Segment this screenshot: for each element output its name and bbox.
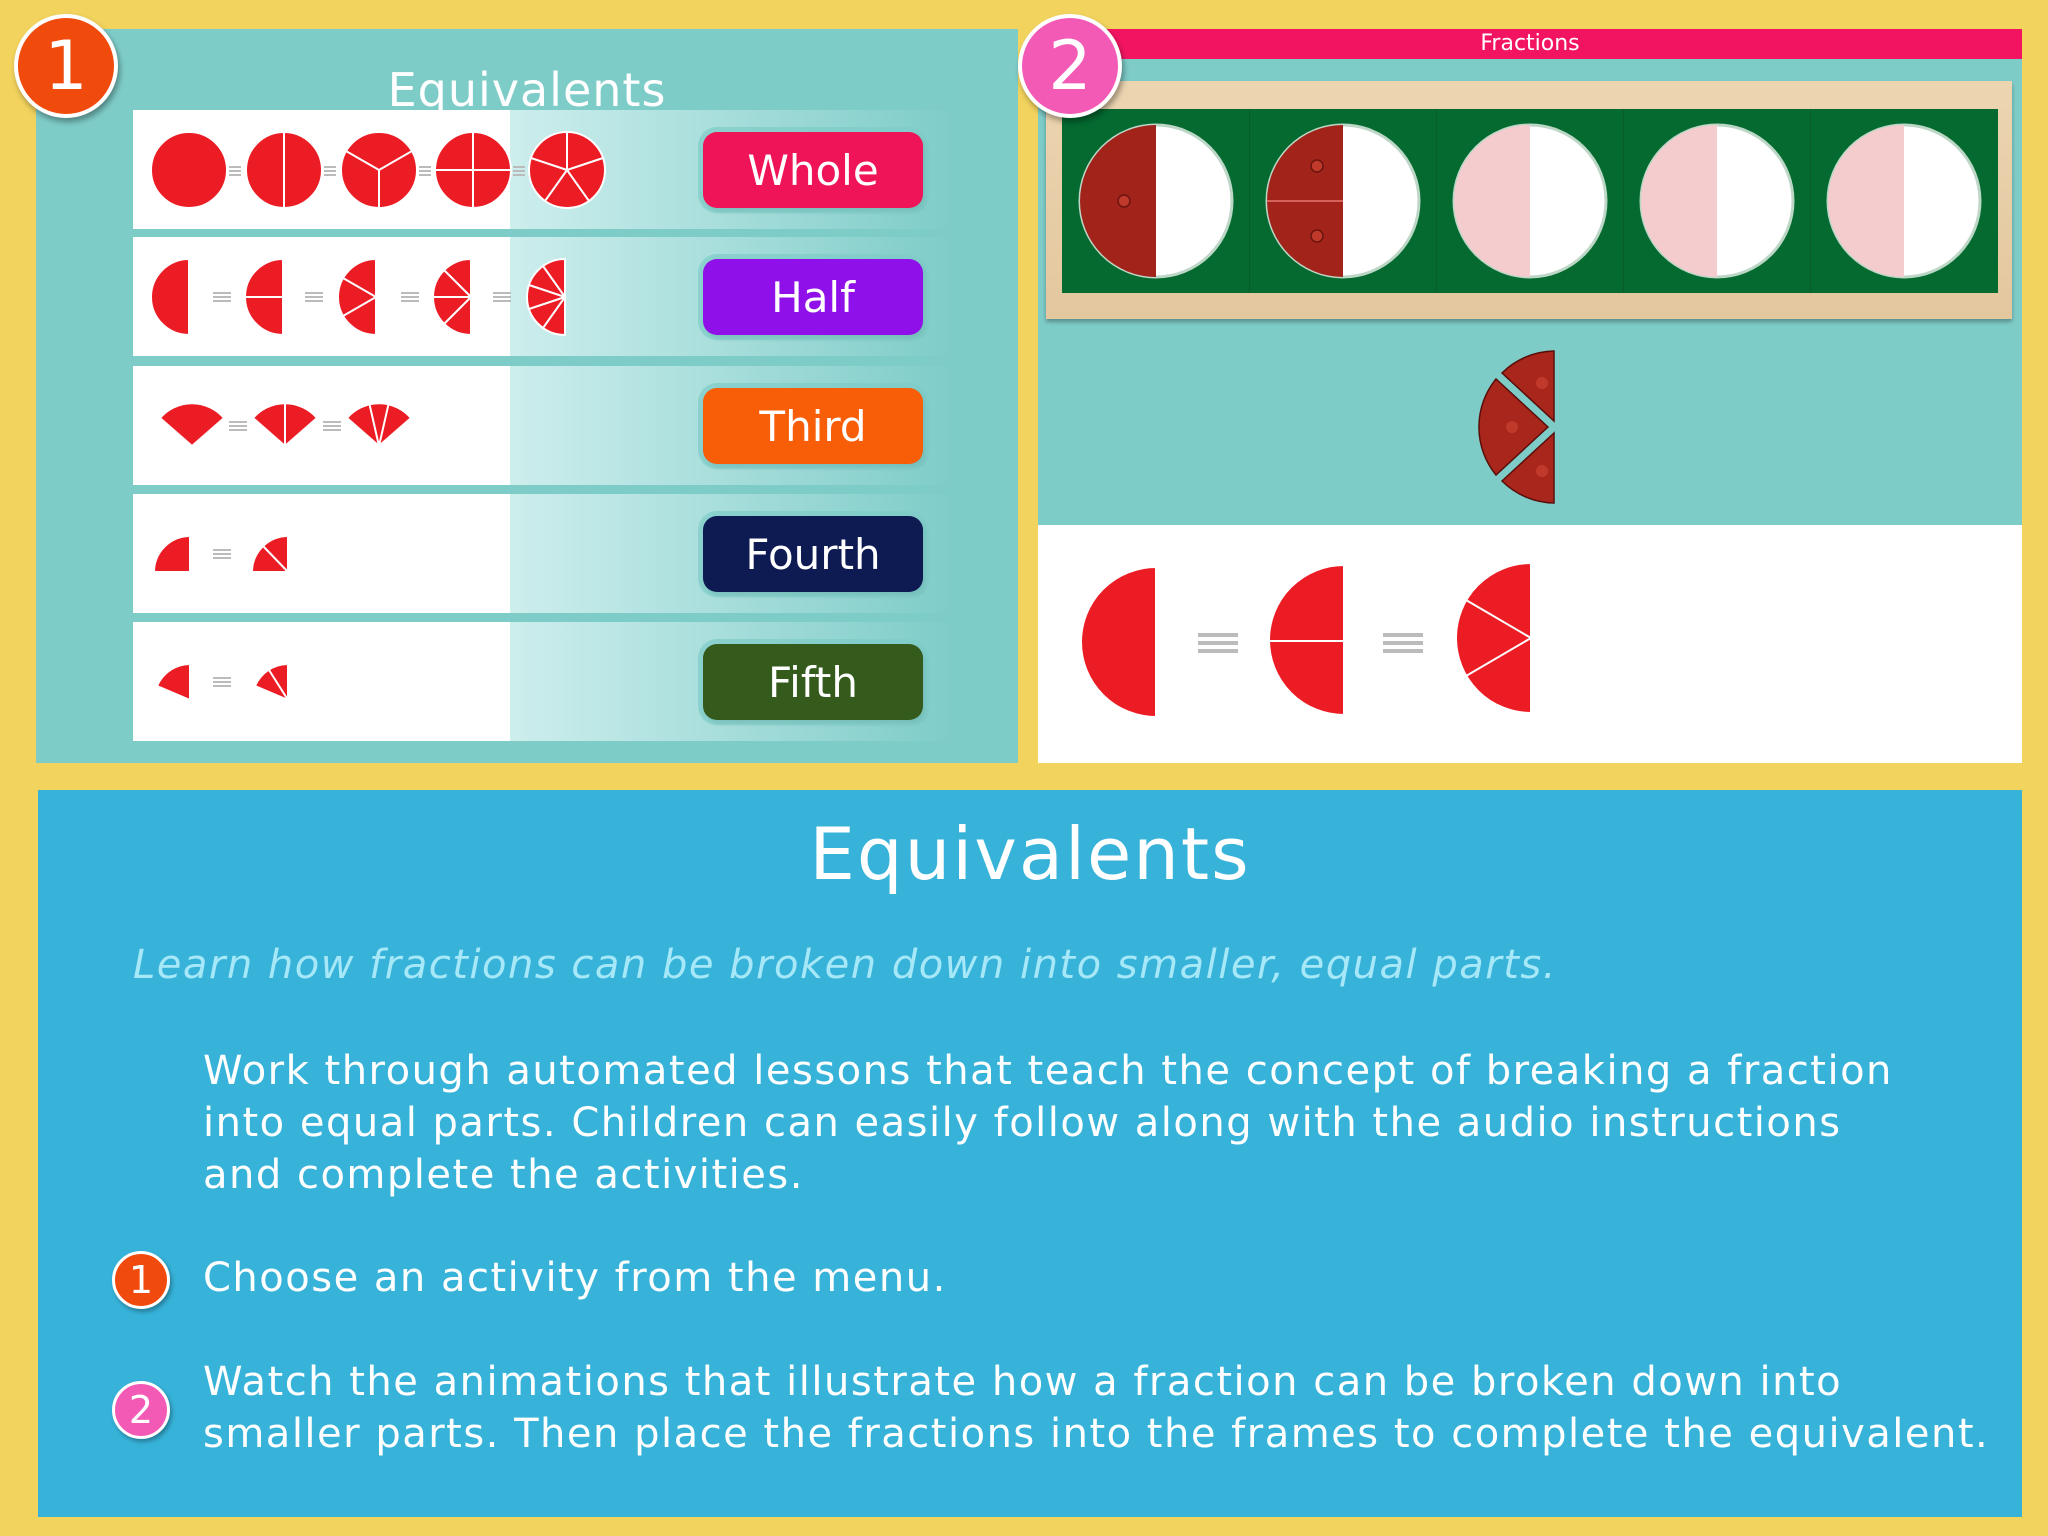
- activity-menu-panel: Equivalents Whole Half Third Fourth Fift…: [36, 29, 1018, 763]
- description-body: Work through automated lessons that teac…: [203, 1045, 2003, 1201]
- half-equivalents-illustration: [150, 257, 566, 337]
- fifth-equivalents-illustration: [155, 662, 289, 702]
- whole-button[interactable]: Whole: [703, 132, 923, 208]
- fraction-frame-1[interactable]: [1062, 109, 1250, 293]
- third-equivalents-illustration: [158, 401, 413, 448]
- menu-row-whole[interactable]: Whole: [133, 110, 953, 229]
- body-line: into equal parts. Children can easily fo…: [203, 1100, 1842, 1146]
- half-in-quarters: [1268, 563, 1345, 717]
- fraction-frame-2[interactable]: [1249, 109, 1437, 293]
- wooden-frame-board: [1046, 81, 2012, 319]
- step-one-badge: 1: [14, 14, 118, 118]
- half-in-quarters: [244, 257, 284, 337]
- empty-half-slot: [1641, 125, 1717, 277]
- half-in-eighths: [432, 257, 472, 337]
- menu-row-third[interactable]: Third: [133, 366, 953, 485]
- fourth-in-eighths: [250, 534, 289, 573]
- step-one-small-badge: 1: [112, 1251, 170, 1309]
- third-in-ninths: [345, 401, 413, 448]
- fifth-in-tenths: [253, 662, 289, 702]
- step-line: smaller parts. Then place the fractions …: [203, 1411, 1990, 1457]
- fraction-frame-3[interactable]: [1436, 109, 1624, 293]
- whole-equivalents-illustration: [150, 131, 606, 209]
- empty-half-slot: [1828, 125, 1904, 277]
- whole-circle: [150, 131, 228, 209]
- knob-icon: [1117, 194, 1131, 208]
- third-button[interactable]: Third: [703, 388, 923, 464]
- step-two-text: Watch the animations that illustrate how…: [203, 1356, 2003, 1460]
- half-shape: [1080, 565, 1157, 719]
- half-button[interactable]: Half: [703, 259, 923, 335]
- half-equivalence-equation: [1080, 561, 1532, 719]
- step-two-badge: 2: [1018, 14, 1122, 118]
- half-shape: [150, 257, 190, 337]
- fourth-button[interactable]: Fourth: [703, 516, 923, 592]
- step-line: Choose an activity from the menu.: [203, 1255, 947, 1301]
- body-line: and complete the activities.: [203, 1152, 804, 1198]
- frame-inset-board: [1062, 109, 1998, 293]
- description-heading: Equivalents: [809, 812, 1251, 896]
- activity-panel: Fractions: [1038, 29, 2022, 763]
- step-two-small-badge: 2: [112, 1381, 170, 1439]
- thirds-circle: [340, 131, 418, 209]
- fourths-circle: [434, 131, 512, 209]
- menu-row-half[interactable]: Half: [133, 237, 953, 356]
- halves-circle: [245, 131, 323, 209]
- half-in-tenths: [526, 257, 566, 337]
- fifth-button[interactable]: Fifth: [703, 644, 923, 720]
- body-line: Work through automated lessons that teac…: [203, 1048, 1893, 1094]
- equation-area: [1038, 525, 2022, 763]
- fraction-frame-4[interactable]: [1623, 109, 1811, 293]
- description-panel: Equivalents Learn how fractions can be b…: [38, 790, 2022, 1517]
- fourth-equivalents-illustration: [152, 534, 289, 573]
- step-one-text: Choose an activity from the menu.: [203, 1252, 2003, 1304]
- menu-title: Equivalents: [387, 63, 667, 117]
- third-shape: [158, 402, 226, 448]
- knob-icon: [1310, 159, 1324, 173]
- knob-icon: [1536, 465, 1548, 477]
- step-line: Watch the animations that illustrate how…: [203, 1359, 1843, 1405]
- equals-icon: [213, 549, 231, 559]
- fraction-frame-5[interactable]: [1810, 109, 1997, 293]
- knob-icon: [1506, 421, 1518, 433]
- fourth-shape: [152, 534, 191, 573]
- third-in-sixths: [251, 401, 319, 448]
- fifths-circle: [528, 131, 606, 209]
- empty-half-slot: [1454, 125, 1530, 277]
- equals-icon: [213, 677, 231, 687]
- fractions-header: Fractions: [1038, 29, 2022, 59]
- knob-icon: [1536, 377, 1548, 389]
- menu-row-fourth[interactable]: Fourth: [133, 494, 953, 613]
- half-in-sixths: [337, 257, 377, 337]
- half-in-sixths: [1455, 561, 1532, 715]
- knob-icon: [1310, 229, 1324, 243]
- menu-row-fifth[interactable]: Fifth: [133, 622, 953, 741]
- description-subtitle: Learn how fractions can be broken down i…: [133, 942, 1557, 988]
- draggable-sixth-pieces[interactable]: [1450, 349, 1560, 509]
- fifth-shape: [155, 662, 191, 702]
